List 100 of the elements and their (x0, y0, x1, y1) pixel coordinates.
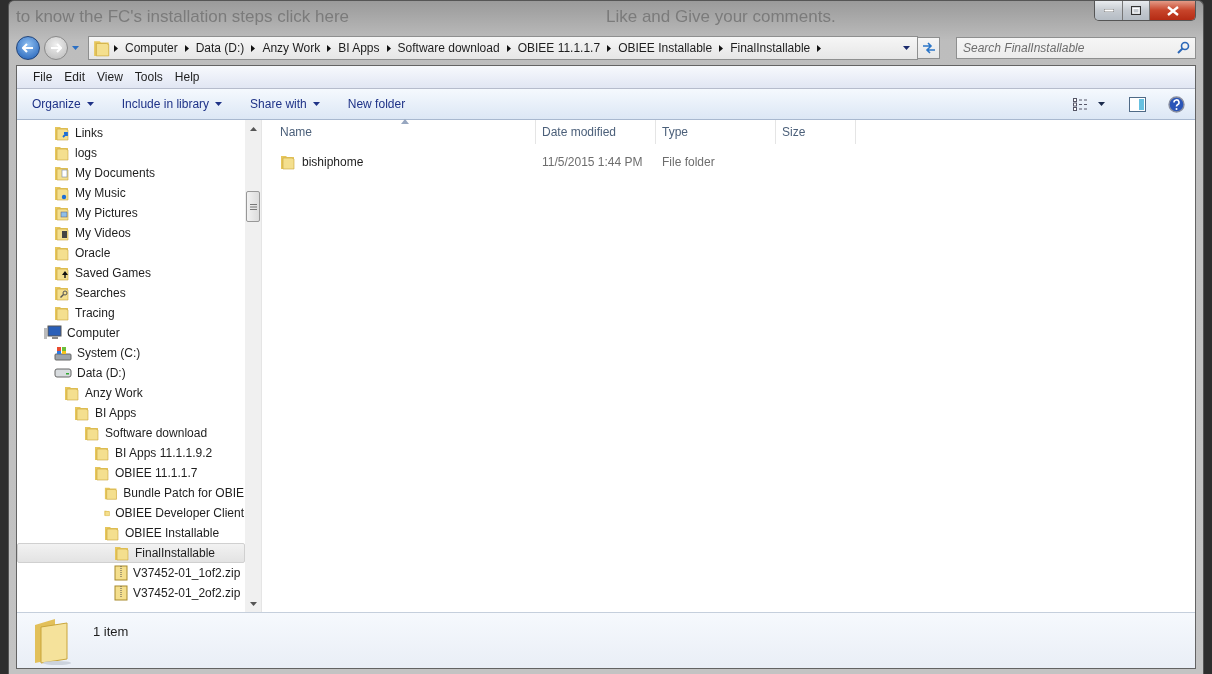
tree-item[interactable]: V37452-01_2of2.zip (17, 583, 245, 603)
tree-item[interactable]: My Videos (17, 223, 245, 243)
tree-item[interactable]: Links (17, 123, 245, 143)
breadcrumb-item[interactable]: BI Apps (334, 38, 384, 58)
folder-icon (54, 305, 70, 321)
picture-folder-icon (54, 205, 70, 221)
search-icon (1177, 41, 1190, 54)
toolbar-button[interactable]: Organize (25, 91, 101, 117)
tree-item[interactable]: Anzy Work (17, 383, 245, 403)
folder-icon (84, 425, 100, 441)
breadcrumb-item[interactable]: FinalInstallable (726, 38, 815, 58)
breadcrumb-item[interactable]: Software download (393, 38, 504, 58)
file-name: bishiphome (302, 155, 364, 169)
breadcrumb-arrow-icon (114, 44, 118, 52)
scroll-thumb[interactable] (246, 191, 260, 222)
zip-file-icon (114, 585, 128, 601)
type-cell-text: File folder (661, 155, 716, 169)
maximize-button[interactable] (1122, 1, 1149, 20)
maximize-icon (1131, 6, 1141, 15)
breadcrumb-arrow-icon (386, 44, 391, 52)
tree-item[interactable]: Bundle Patch for OBIE (17, 483, 245, 503)
caret-icon (1098, 102, 1105, 106)
folder-icon (54, 145, 70, 161)
toolbar-button[interactable]: Include in library (114, 91, 230, 117)
music-folder-icon (54, 185, 70, 201)
breadcrumb-item[interactable]: Computer (121, 38, 182, 58)
date-cell-text: 11/5/2015 1:44 PM (541, 155, 644, 169)
grip-icon (249, 203, 257, 210)
tree-item[interactable]: My Documents (17, 163, 245, 183)
breadcrumb-item[interactable]: Data (D:) (191, 38, 249, 58)
menu-item[interactable]: File (27, 67, 59, 87)
menu-item[interactable]: Tools (128, 67, 169, 87)
details-view-icon (1073, 97, 1088, 111)
scroll-up-icon (249, 126, 257, 131)
folder-icon (104, 485, 119, 501)
video-folder-icon (54, 225, 70, 241)
breadcrumb-arrow-icon (817, 44, 822, 52)
tree-item[interactable]: Oracle (17, 243, 245, 263)
tree-item[interactable]: OBIEE 11.1.1.7 (17, 463, 245, 483)
address-bar[interactable]: Computer Data (D:) Anzy Work BI Apps Software download OBIEE 11.1.1.7 OBIEE Installable FinalInstallable (88, 36, 918, 60)
tree-item[interactable]: My Music (17, 183, 245, 203)
tree-item[interactable]: BI Apps 11.1.1.9.2 (17, 443, 245, 463)
tree-item[interactable]: Software download (17, 423, 245, 443)
menu-item[interactable]: Help (168, 67, 206, 87)
search-folder-icon (54, 285, 70, 301)
breadcrumb-arrow-icon (719, 44, 724, 52)
breadcrumb-arrow-icon (184, 44, 189, 52)
forward-arrow-icon (50, 43, 62, 53)
document-folder-icon (54, 165, 70, 181)
toolbar-button[interactable]: New folder (340, 91, 413, 117)
breadcrumb-arrow-icon (327, 44, 332, 52)
folder-icon (280, 154, 296, 170)
menu-item[interactable]: Edit (58, 67, 92, 87)
caret-icon (312, 102, 320, 106)
breadcrumb-item[interactable]: OBIEE 11.1.1.7 (513, 38, 605, 58)
tree-item[interactable]: My Pictures (17, 203, 245, 223)
folder-icon (33, 616, 73, 665)
toolbar-button[interactable]: Share with (243, 91, 327, 117)
tree-item[interactable]: Tracing (17, 303, 245, 323)
menu-item[interactable]: View (91, 67, 129, 87)
tree-item[interactable]: Searches (17, 283, 245, 303)
help-button[interactable] (1168, 93, 1185, 115)
folder-icon (94, 465, 110, 481)
close-button[interactable] (1149, 1, 1195, 20)
tree-item[interactable]: FinalInstallable (17, 543, 245, 563)
link-folder-icon (54, 125, 70, 141)
game-folder-icon (54, 265, 70, 281)
file-row[interactable]: bishiphome 11/5/2015 1:44 PM File folder (276, 151, 856, 173)
breadcrumb-item[interactable]: Anzy Work (258, 38, 325, 58)
tree-item[interactable]: Computer (17, 323, 245, 343)
drive-icon (54, 368, 72, 378)
breadcrumb-arrow-icon (506, 44, 511, 52)
tree-item[interactable]: BI Apps (17, 403, 245, 423)
caret-icon (72, 46, 79, 50)
caret-icon (86, 102, 94, 106)
close-icon (1166, 5, 1179, 16)
scrollbar[interactable] (245, 120, 261, 612)
folder-icon (104, 525, 120, 541)
breadcrumb-arrow-icon (251, 44, 256, 52)
back-button[interactable] (16, 36, 40, 60)
search-field[interactable]: Search FinalInstallable (956, 37, 1196, 59)
folder-icon (64, 385, 80, 401)
refresh-button[interactable] (918, 37, 940, 59)
tree-item[interactable]: OBIEE Installable (17, 523, 245, 543)
tree-item[interactable]: logs (17, 143, 245, 163)
folder-icon (54, 245, 70, 261)
zip-file-icon (114, 565, 128, 581)
tree-item[interactable]: OBIEE Developer Client (17, 503, 245, 523)
scroll-down-icon (249, 601, 257, 606)
tree-item[interactable]: Data (D:) (17, 363, 245, 383)
tree-item[interactable]: Saved Games (17, 263, 245, 283)
preview-pane-icon (1129, 96, 1146, 112)
tree-item[interactable]: System (C:) (17, 343, 245, 363)
minimize-icon (1103, 9, 1114, 12)
folder-icon (74, 405, 90, 421)
refresh-arrows-icon (921, 42, 936, 54)
breadcrumb-item[interactable]: OBIEE Installable (614, 38, 717, 58)
caret-icon (902, 46, 910, 50)
tree-item[interactable]: V37452-01_1of2.zip (17, 563, 245, 583)
folder-icon (114, 545, 130, 561)
